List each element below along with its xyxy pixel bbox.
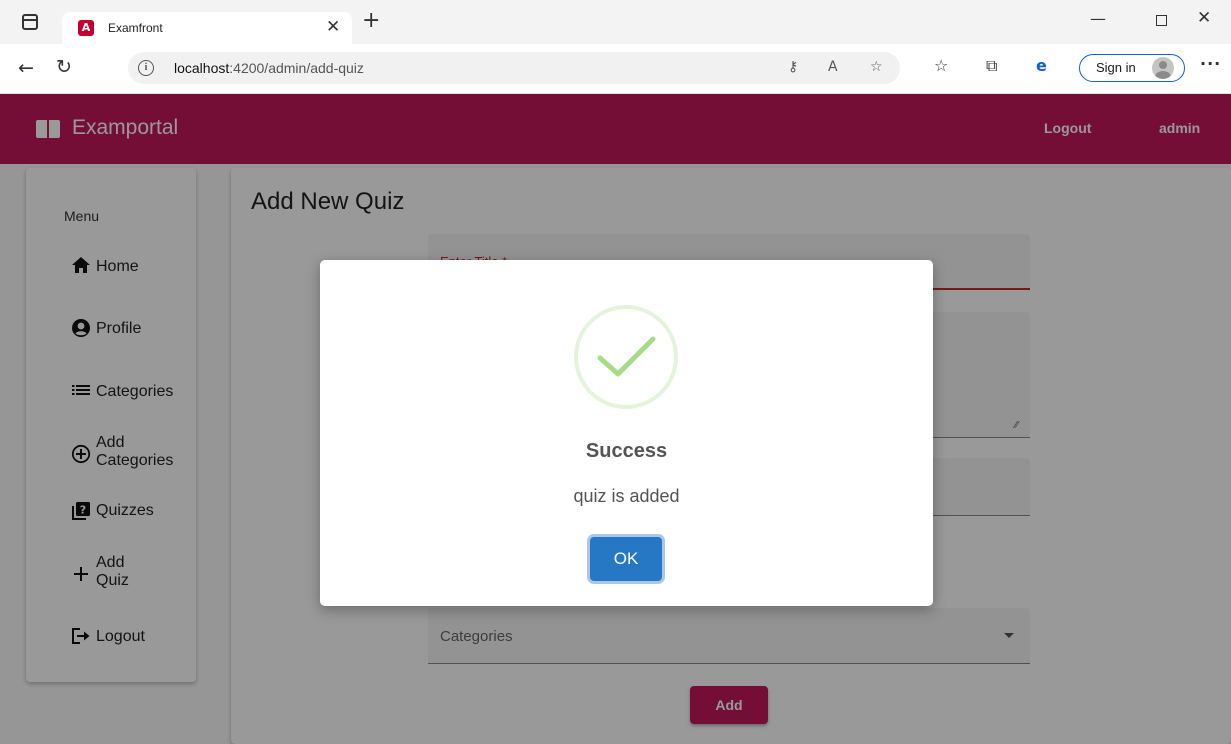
tab-actions-icon[interactable] (22, 14, 38, 30)
browser-tab-strip: A Examfront ✕ + — ✕ (0, 0, 1231, 44)
browser-tab[interactable]: A Examfront ✕ (62, 12, 352, 44)
profile-avatar-icon (1152, 57, 1174, 79)
success-check-icon (574, 305, 678, 409)
dialog-message: quiz is added (573, 486, 680, 506)
back-icon[interactable]: ← (18, 57, 34, 79)
url-path: :4200/admin/add-quiz (229, 60, 364, 76)
window-close-icon[interactable]: ✕ (1197, 8, 1211, 28)
favorites-icon[interactable]: ☆ (934, 56, 948, 75)
sign-in-label: Sign in (1096, 60, 1136, 75)
reload-icon[interactable]: ↻ (56, 56, 72, 78)
address-input[interactable]: i localhost:4200/admin/add-quiz ⚷ A ☆ (128, 52, 900, 84)
add-favorite-icon[interactable]: ☆ (870, 59, 883, 75)
key-icon[interactable]: ⚷ (788, 59, 798, 75)
ok-button[interactable]: OK (590, 537, 662, 581)
success-dialog: Success quiz is added OK (320, 260, 933, 606)
url-text: localhost:4200/admin/add-quiz (174, 60, 364, 76)
sign-in-button[interactable]: Sign in (1079, 54, 1185, 82)
new-tab-icon[interactable]: + (362, 10, 380, 32)
angular-favicon-icon: A (78, 20, 94, 36)
minimize-icon[interactable]: — (1090, 9, 1106, 28)
maximize-icon[interactable] (1156, 15, 1167, 26)
ie-mode-icon[interactable]: e (1036, 56, 1047, 75)
url-host: localhost (174, 60, 230, 76)
address-bar-row: ← ↻ i localhost:4200/admin/add-quiz ⚷ A … (0, 44, 1231, 94)
more-options-icon[interactable]: ··· (1200, 54, 1221, 73)
close-tab-icon[interactable]: ✕ (326, 17, 340, 37)
read-aloud-icon[interactable]: A (828, 59, 838, 75)
dialog-title: Success (585, 440, 668, 462)
tab-title: Examfront (108, 21, 163, 35)
collections-icon[interactable]: ⧉ (986, 56, 997, 76)
app-viewport: Examportal Logout admin Menu Home Profil… (0, 94, 1231, 744)
info-icon[interactable]: i (138, 60, 154, 76)
